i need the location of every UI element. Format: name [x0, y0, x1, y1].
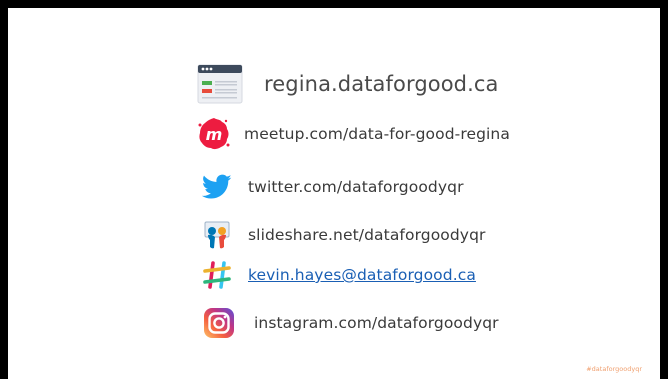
email-row[interactable]: kevin.hayes@dataforgood.ca	[202, 260, 476, 290]
twitter-row[interactable]: twitter.com/dataforgoodyqr	[202, 174, 464, 200]
instagram-row[interactable]: instagram.com/dataforgoodyqr	[202, 306, 499, 340]
website-row[interactable]: regina.dataforgood.ca	[196, 64, 498, 104]
svg-text:m: m	[206, 125, 223, 144]
slideshare-icon	[202, 220, 232, 250]
meetup-link[interactable]: meetup.com/data-for-good-regina	[244, 125, 510, 143]
meetup-row[interactable]: m meetup.com/data-for-good-regina	[196, 116, 510, 152]
twitter-bird-icon	[202, 174, 232, 200]
slideshare-row[interactable]: slideshare.net/dataforgoodyqr	[202, 220, 486, 250]
website-link[interactable]: regina.dataforgood.ca	[264, 72, 498, 96]
hashtag-footer: #dataforgoodyqr	[586, 365, 642, 373]
instagram-link[interactable]: instagram.com/dataforgoodyqr	[254, 314, 499, 332]
instagram-icon	[202, 306, 236, 340]
browser-window-icon	[196, 64, 244, 104]
slideshare-link[interactable]: slideshare.net/dataforgoodyqr	[248, 226, 486, 244]
email-link[interactable]: kevin.hayes@dataforgood.ca	[248, 266, 476, 284]
twitter-link[interactable]: twitter.com/dataforgoodyqr	[248, 178, 464, 196]
meetup-icon: m	[196, 116, 232, 152]
slack-icon	[202, 260, 232, 290]
slide: regina.dataforgood.ca m meetup.com/data-…	[8, 8, 660, 379]
